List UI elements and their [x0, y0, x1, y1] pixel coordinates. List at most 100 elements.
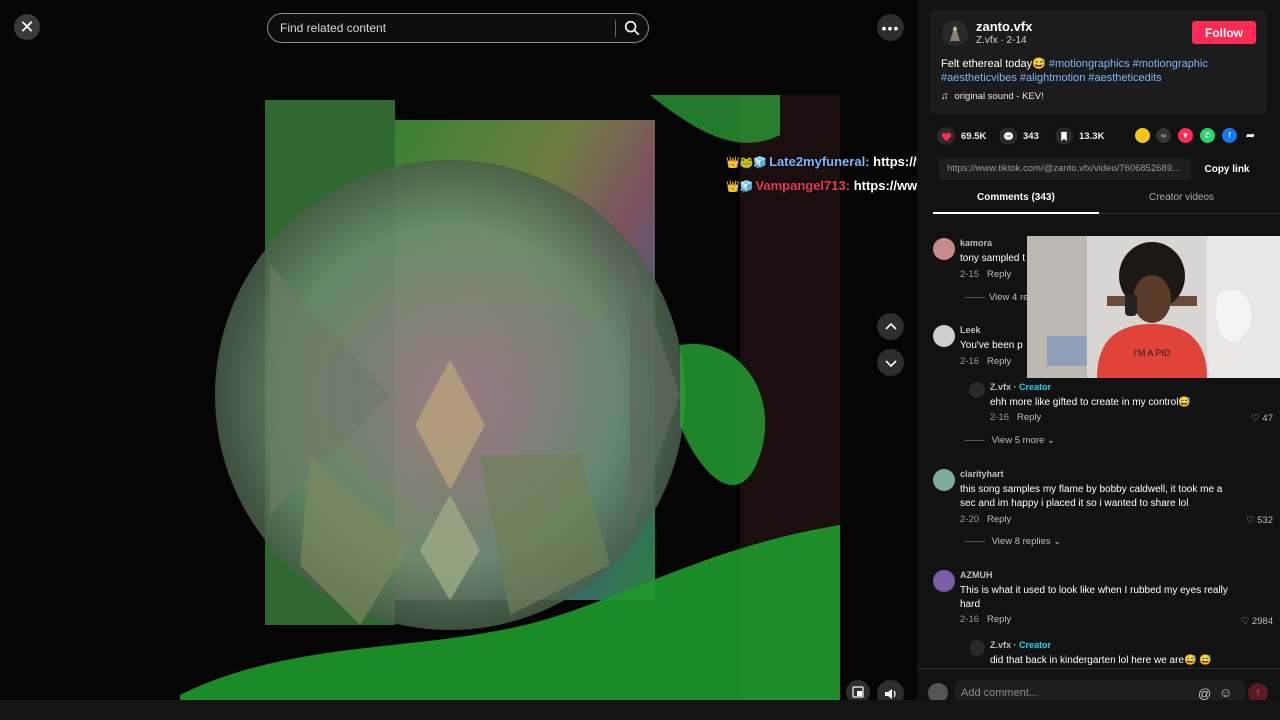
taskbar-strip [0, 700, 1280, 720]
overlay-emoji: 👑🧊 [726, 181, 754, 193]
tab-indicator [933, 212, 1099, 214]
post-caption: Felt ethereal today😅 #motiongraphics #mo… [941, 57, 1241, 85]
reply-button[interactable]: Reply [987, 356, 1011, 367]
hashtag-link[interactable]: #motiongraphics [1049, 58, 1130, 70]
comment-count: 343 [1023, 130, 1039, 142]
comment-meta: 2-16 Reply [960, 614, 1011, 625]
repost-icon[interactable]: ▼ [1178, 128, 1193, 143]
reply-date: 2-16 [990, 412, 1010, 423]
pip-icon [852, 686, 864, 698]
like-count[interactable]: ♡ 47 [1251, 413, 1273, 424]
chevron-up-icon [884, 322, 897, 330]
comment-date: 2-15 [960, 269, 980, 280]
search-icon[interactable] [623, 19, 641, 37]
view-more-button[interactable]: View 5 more ⌄ [964, 435, 1055, 446]
more-options-button[interactable]: ••• [877, 14, 904, 41]
reply-username[interactable]: Z.vfx · Creator [990, 382, 1051, 392]
action-bar: 69.5K 343 13.3K ‹› ▼ ✆ f ➦ [937, 127, 1277, 145]
comment-text: This is what it used to look like when I… [960, 585, 1228, 610]
view-replies-button[interactable]: View 8 replies ⌄ [964, 536, 1062, 547]
embed-icon[interactable]: ‹› [1156, 128, 1171, 143]
hashtag-link[interactable]: #aestheticedits [1088, 72, 1161, 84]
save-count: 13.3K [1079, 130, 1105, 142]
comment-meta: 2-15 Reply [960, 269, 1011, 280]
commenter-avatar[interactable] [933, 469, 955, 491]
like-value: 532 [1257, 515, 1273, 526]
view-replies-button[interactable]: View 4 re [964, 292, 1028, 303]
more-icon: ••• [881, 19, 900, 36]
reply-meta: 2-16 Reply [990, 412, 1041, 423]
bookmark-icon [1055, 127, 1073, 145]
music-note-icon: ♫ [941, 91, 949, 102]
chevron-down-icon [884, 359, 897, 367]
tab-comments[interactable]: Comments (343) [977, 192, 1055, 203]
comment-icon [999, 127, 1017, 145]
comment-username[interactable]: Leek [960, 325, 981, 335]
close-button[interactable]: ✕ [14, 14, 40, 40]
search-input[interactable] [278, 20, 612, 36]
webcam-overlay: I'M A PID [1027, 236, 1280, 378]
like-count[interactable]: ♡ 2984 [1241, 616, 1273, 627]
heart-icon [937, 127, 955, 145]
whatsapp-icon[interactable]: ✆ [1200, 128, 1215, 143]
comment-username[interactable]: clarityhart [960, 469, 1004, 479]
reply-button[interactable]: Reply [987, 614, 1011, 625]
like-action[interactable]: 69.5K [937, 127, 986, 145]
author-avatar[interactable] [942, 20, 968, 46]
copy-link-button[interactable]: Copy link [1197, 158, 1257, 180]
hashtag-link[interactable]: #motiongraphic [1133, 58, 1208, 70]
avatar-icon [950, 25, 960, 41]
facebook-icon[interactable]: f [1222, 128, 1237, 143]
emoji-icon[interactable]: ☺ [1219, 685, 1232, 700]
emoji-share-icon[interactable] [1135, 128, 1150, 143]
search-bar[interactable] [267, 13, 649, 43]
creator-avatar[interactable] [969, 640, 985, 656]
hashtag-link[interactable]: #aestheticvibes [941, 72, 1017, 84]
hashtag-link[interactable]: #alightmotion [1020, 72, 1085, 84]
post-description: zanto.vfx Z.vfx · 2-14 Follow Felt ether… [930, 10, 1267, 114]
overlay-emoji: 👑🐸🧊 [726, 157, 768, 169]
author-meta: Z.vfx · 2-14 [976, 35, 1027, 46]
sound-name: original sound - KEV! [954, 91, 1044, 102]
reply-username[interactable]: Z.vfx · Creator [990, 640, 1051, 650]
overlay-username: Late2myfuneral: [769, 154, 870, 169]
copy-link-row: https://www.tiktok.com/@zanto.vfx/video/… [939, 158, 1257, 180]
comment-username[interactable]: kamora [960, 238, 992, 248]
comment-tabs: Comments (343) Creator videos [933, 188, 1280, 214]
commenter-avatar[interactable] [933, 238, 955, 260]
save-action[interactable]: 13.3K [1055, 127, 1104, 145]
send-arrow-icon: ↑ [1255, 687, 1261, 699]
reply-button[interactable]: Reply [1017, 412, 1041, 423]
author-name[interactable]: zanto.vfx [976, 19, 1032, 34]
comment-action[interactable]: 343 [999, 127, 1039, 145]
comment-date: 2-20 [960, 514, 980, 525]
comment-meta: 2-16 Reply [960, 356, 1011, 367]
reply-author: Z.vfx [990, 640, 1012, 650]
follow-button[interactable]: Follow [1192, 21, 1256, 44]
reply-button[interactable]: Reply [987, 514, 1011, 525]
search-divider [615, 20, 616, 37]
commenter-avatar[interactable] [933, 325, 955, 347]
sound-link[interactable]: ♫ original sound - KEV! [941, 91, 1044, 102]
share-arrow-icon[interactable]: ➦ [1243, 128, 1258, 143]
comment-username[interactable]: AZMUH [960, 570, 993, 580]
comment-text: this song samples my flame by bobby cald… [960, 484, 1223, 509]
overlay-username: Vampangel713: [755, 178, 851, 193]
video-link: https://www.tiktok.com/@zanto.vfx/video/… [939, 158, 1191, 180]
reply-button[interactable]: Reply [987, 269, 1011, 280]
mention-icon[interactable]: @ [1198, 686, 1211, 700]
volume-icon [884, 688, 896, 699]
send-button[interactable]: ↑ [1248, 683, 1268, 700]
tab-creator-videos[interactable]: Creator videos [1149, 192, 1214, 203]
comment-meta: 2-20 Reply [960, 514, 1011, 525]
overlay-url: https://www.tiktok.com/t/ZP8boV1fH/ [853, 178, 917, 193]
comment-composer: @ ☺ ↑ [917, 668, 1280, 700]
like-count[interactable]: ♡ 532 [1246, 515, 1273, 526]
creator-avatar[interactable] [969, 382, 985, 398]
commenter-avatar[interactable] [933, 570, 955, 592]
previous-video-button[interactable] [877, 313, 904, 340]
overlay-comment: 👑🧊Vampangel713: https://www.tiktok.com/t… [726, 178, 917, 193]
video-player[interactable]: ✕ ••• 👑🐸🧊Late2myfuneral: https://www.tik… [0, 0, 917, 720]
close-icon: ✕ [19, 16, 35, 37]
next-video-button[interactable] [877, 349, 904, 376]
